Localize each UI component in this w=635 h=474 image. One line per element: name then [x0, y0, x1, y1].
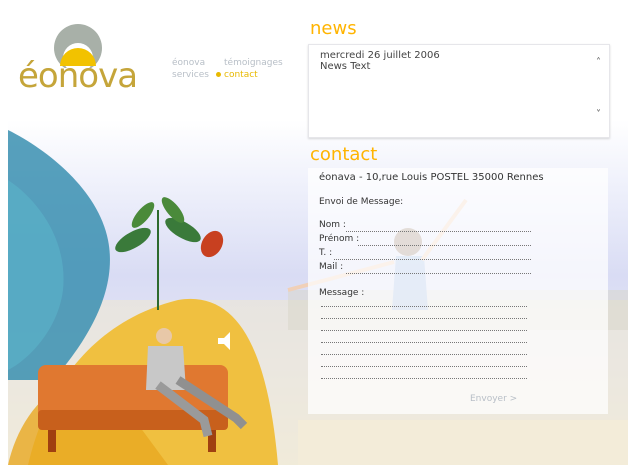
message-line — [321, 306, 527, 307]
chevron-up-icon[interactable]: ˄ — [596, 57, 601, 68]
tel-field[interactable]: T. : — [319, 248, 539, 260]
chevron-down-icon[interactable]: ˅ — [596, 109, 601, 120]
logo-wordmark: éonova — [18, 56, 138, 96]
nom-field[interactable]: Nom : — [319, 220, 539, 232]
nom-input[interactable] — [346, 229, 531, 232]
contact-heading: contact — [310, 144, 378, 165]
prenom-label: Prénom : — [319, 234, 360, 244]
active-dot-icon — [216, 72, 221, 77]
message-line — [321, 366, 527, 367]
prenom-input[interactable] — [358, 243, 531, 246]
nav-item-contact[interactable]: contact — [216, 70, 258, 80]
send-button[interactable]: Envoyer > — [470, 394, 517, 404]
news-text: News Text — [320, 61, 371, 72]
news-panel: mercredi 26 juillet 2006 News Text ˄ ˅ — [308, 44, 610, 138]
message-textarea[interactable] — [308, 296, 548, 381]
nom-label: Nom : — [319, 220, 346, 230]
mail-input[interactable] — [346, 271, 531, 274]
message-line — [321, 318, 527, 319]
prenom-field[interactable]: Prénom : — [319, 234, 539, 246]
page-bottom-edge — [0, 466, 635, 474]
news-heading: news — [310, 18, 357, 39]
nav-item-services[interactable]: services — [172, 70, 209, 80]
message-line — [321, 342, 527, 343]
news-date: mercredi 26 juillet 2006 — [320, 50, 440, 61]
logo[interactable]: éonova — [18, 18, 138, 96]
mail-label: Mail : — [319, 262, 344, 272]
contact-address: éonava - 10,rue Louis POSTEL 35000 Renne… — [319, 172, 544, 183]
nav-item-temoignages[interactable]: témoignages — [224, 58, 283, 68]
message-line — [321, 354, 527, 355]
tel-input[interactable] — [334, 257, 531, 260]
nav-item-eonova[interactable]: éonova — [172, 58, 205, 68]
page: éonova éonova témoignages services conta… — [0, 0, 635, 474]
contact-form: éonava - 10,rue Louis POSTEL 35000 Renne… — [308, 168, 608, 414]
message-line — [321, 330, 527, 331]
main-navigation: éonova témoignages services contact — [172, 58, 292, 84]
envoi-label: Envoi de Message: — [319, 197, 404, 207]
tel-label: T. : — [319, 248, 333, 258]
message-line — [321, 378, 527, 379]
mail-field[interactable]: Mail : — [319, 262, 539, 274]
nav-item-contact-label: contact — [224, 70, 258, 80]
